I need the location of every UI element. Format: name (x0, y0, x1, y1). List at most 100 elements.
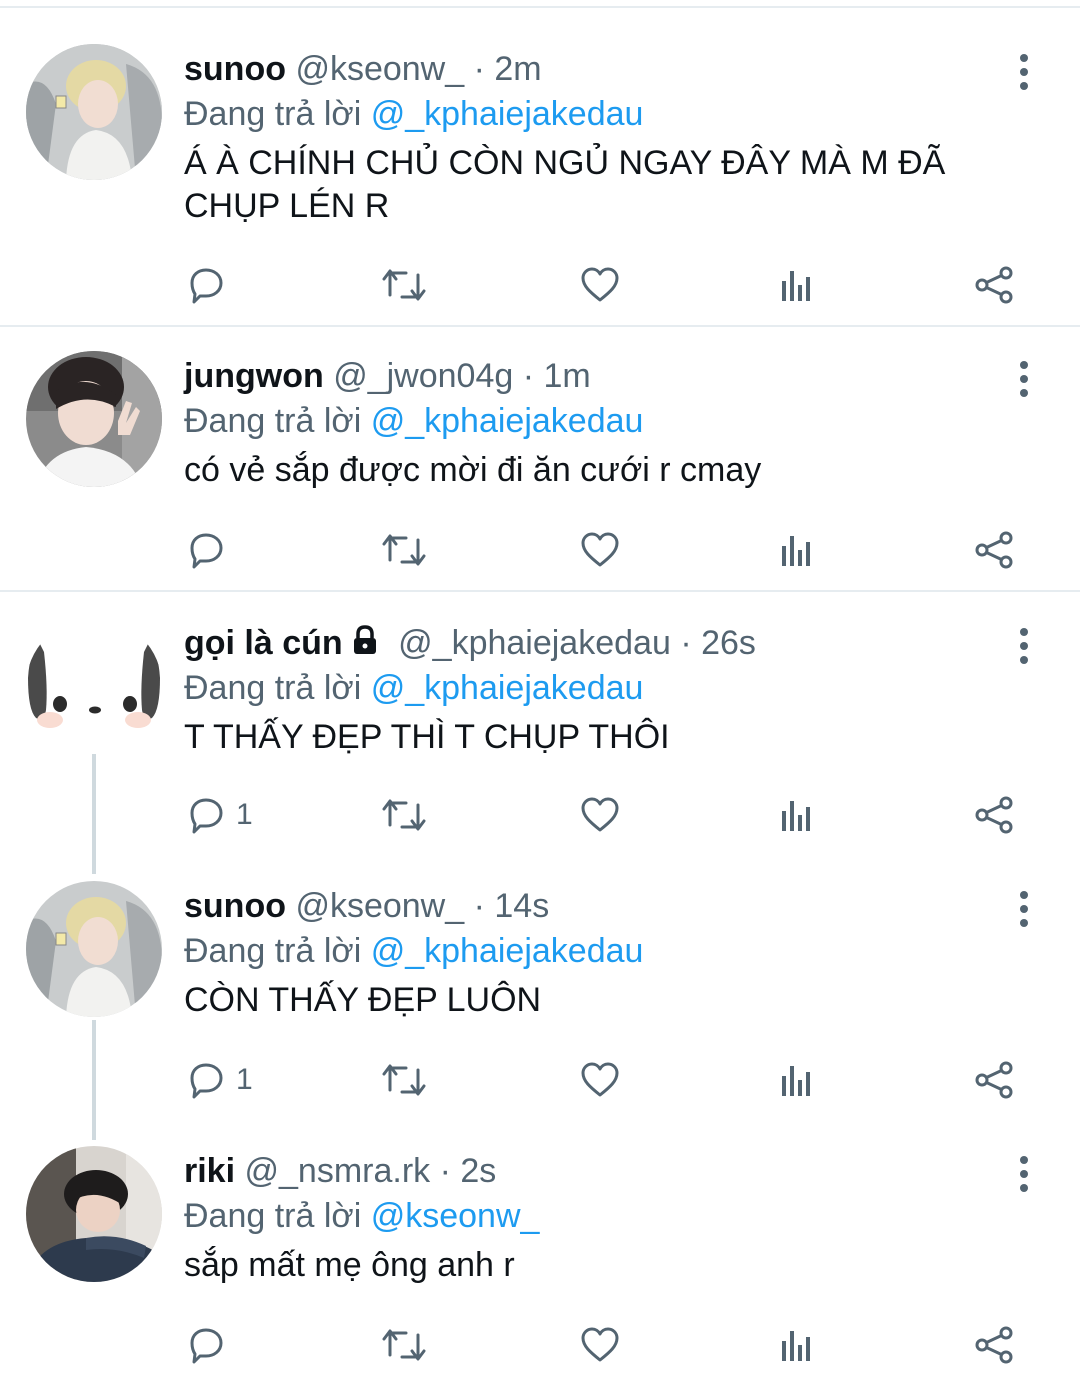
like-button[interactable] (580, 1055, 620, 1105)
like-button[interactable] (580, 260, 620, 310)
reply-button[interactable] (186, 1320, 236, 1370)
action-bar (0, 260, 1080, 310)
replying-to-label: Đang trả lời (184, 95, 362, 133)
retweet-button[interactable] (380, 1320, 428, 1370)
heart-icon (581, 1062, 619, 1097)
like-button[interactable] (580, 790, 620, 840)
display-name[interactable]: gọi là cún (184, 624, 343, 662)
retweet-button[interactable] (380, 260, 428, 310)
avatar[interactable] (26, 351, 162, 487)
replying-to-label: Đang trả lời (184, 1197, 362, 1235)
replying-to-handle[interactable]: @kseonw_ (371, 1197, 540, 1235)
views-button[interactable] (778, 1055, 818, 1105)
separator-dot: · (439, 1152, 451, 1190)
tweet-divider (0, 325, 1080, 327)
replying-to-label: Đang trả lời (184, 402, 362, 440)
separator-dot: · (473, 50, 485, 88)
views-icon (782, 271, 810, 301)
tweet-text: có vẻ sắp được mời đi ăn cưới r cmay (184, 451, 762, 489)
more-vertical-icon[interactable] (1004, 357, 1044, 397)
avatar[interactable] (26, 881, 162, 1017)
retweet-button[interactable] (380, 525, 428, 575)
display-name[interactable]: riki (184, 1152, 235, 1190)
replying-to-handle[interactable]: @_kphaiejakedau (371, 95, 644, 133)
share-button[interactable] (974, 260, 1016, 310)
heart-icon (581, 797, 619, 832)
tweet-header: jungwon @_jwon04g · 1m (184, 354, 591, 398)
separator-dot: · (680, 624, 692, 662)
timestamp[interactable]: 26s (701, 624, 756, 662)
heart-icon (581, 532, 619, 567)
share-button[interactable] (974, 525, 1016, 575)
timestamp[interactable]: 2m (494, 50, 541, 88)
reply-icon (190, 533, 223, 569)
retweet-icon (382, 534, 426, 566)
action-bar: 1 (0, 1055, 1080, 1105)
share-icon (975, 796, 1013, 834)
reply-icon (190, 798, 223, 834)
more-vertical-icon[interactable] (1004, 50, 1044, 90)
retweet-button[interactable] (380, 1055, 428, 1105)
replying-to: Đang trả lời @_kphaiejakedau (184, 666, 643, 710)
views-button[interactable] (778, 260, 818, 310)
timestamp[interactable]: 2s (460, 1152, 496, 1190)
retweet-icon (382, 269, 426, 301)
share-button[interactable] (974, 1320, 1016, 1370)
share-icon (975, 1061, 1013, 1099)
more-vertical-icon[interactable] (1004, 887, 1044, 927)
share-icon (975, 266, 1013, 304)
replying-to-handle[interactable]: @_kphaiejakedau (371, 402, 644, 440)
reply-button[interactable]: 1 (186, 1055, 253, 1105)
views-icon (782, 536, 810, 566)
views-button[interactable] (778, 1320, 818, 1370)
tweet-divider (0, 590, 1080, 592)
reply-button[interactable] (186, 260, 236, 310)
replying-to-handle[interactable]: @_kphaiejakedau (371, 932, 644, 970)
user-handle[interactable]: @_jwon04g (333, 357, 513, 395)
views-button[interactable] (778, 525, 818, 575)
separator-dot: · (522, 357, 535, 395)
more-vertical-icon[interactable] (1004, 1152, 1044, 1192)
separator-dot: · (473, 887, 485, 925)
tweet-header: sunoo @kseonw_ · 2m (184, 47, 542, 91)
replying-to-label: Đang trả lời (184, 932, 362, 970)
retweet-button[interactable] (380, 790, 428, 840)
display-name[interactable]: jungwon (184, 357, 324, 395)
like-button[interactable] (580, 1320, 620, 1370)
share-icon (975, 531, 1013, 569)
more-vertical-icon[interactable] (1004, 624, 1044, 664)
action-bar (0, 1320, 1080, 1370)
avatar[interactable] (26, 1146, 162, 1282)
display-name[interactable]: sunoo (184, 50, 286, 88)
avatar[interactable] (26, 44, 162, 180)
retweet-icon (382, 1064, 426, 1096)
reply-button[interactable]: 1 (186, 790, 253, 840)
user-handle[interactable]: @kseonw_ (295, 50, 464, 88)
share-button[interactable] (974, 1055, 1016, 1105)
replying-to: Đang trả lời @_kphaiejakedau (184, 399, 643, 443)
timestamp[interactable]: 1m (544, 357, 591, 395)
tweet-text: sắp mất mẹ ông anh r (184, 1246, 515, 1284)
user-handle[interactable]: @_nsmra.rk (245, 1152, 431, 1190)
action-bar: 1 (0, 790, 1080, 840)
views-icon (782, 1331, 810, 1361)
share-button[interactable] (974, 790, 1016, 840)
avatar[interactable] (26, 618, 162, 754)
reply-button[interactable] (186, 525, 236, 575)
replying-to-handle[interactable]: @_kphaiejakedau (371, 669, 644, 707)
heart-icon (581, 267, 619, 302)
display-name[interactable]: sunoo (184, 887, 286, 925)
tweet-header: gọi là cún @_kphaiejakedau · 26s (184, 621, 756, 665)
user-handle[interactable]: @kseonw_ (295, 887, 464, 925)
replying-to-label: Đang trả lời (184, 669, 362, 707)
retweet-icon (382, 799, 426, 831)
tweet-header: sunoo @kseonw_ · 14s (184, 884, 549, 928)
replying-to: Đang trả lời @_kphaiejakedau (184, 92, 643, 136)
timestamp[interactable]: 14s (494, 887, 549, 925)
replying-to: Đang trả lời @kseonw_ (184, 1194, 539, 1238)
user-handle[interactable]: @_kphaiejakedau (398, 624, 671, 662)
views-button[interactable] (778, 790, 818, 840)
share-icon (975, 1326, 1013, 1364)
replying-to: Đang trả lời @_kphaiejakedau (184, 929, 643, 973)
like-button[interactable] (580, 525, 620, 575)
